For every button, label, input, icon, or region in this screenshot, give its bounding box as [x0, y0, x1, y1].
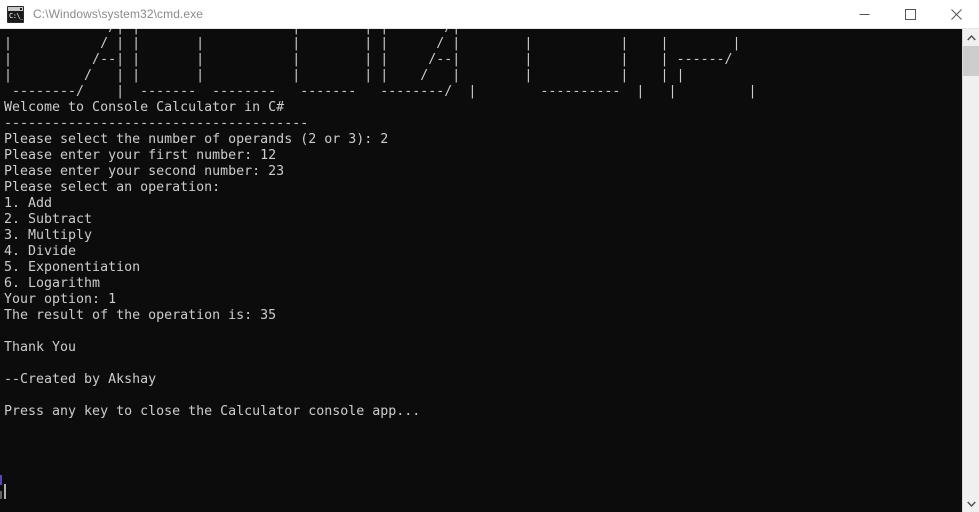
console-line-first-number: Please enter your first number: 12: [4, 148, 277, 163]
menu-item-logarithm: 6. Logarithm: [4, 276, 101, 291]
minimize-button[interactable]: [841, 0, 887, 29]
window-controls: [841, 0, 979, 29]
ascii-art-banner: -------- /| | -------- | | | /| --------…: [4, 29, 757, 99]
console-line-your-option: Your option: 1: [4, 292, 117, 307]
chevron-down-icon: [966, 501, 976, 507]
menu-item-multiply: 3. Multiply: [4, 228, 93, 243]
vertical-scrollbar[interactable]: [962, 29, 979, 512]
cmd-icon-titlebar: [8, 6, 23, 11]
console-line-result: The result of the operation is: 35: [4, 308, 277, 323]
scrollbar-thumb[interactable]: [963, 46, 979, 76]
maximize-button[interactable]: [887, 0, 933, 29]
scrollbar-track[interactable]: [963, 46, 979, 495]
console-line-welcome: Welcome to Console Calculator in C#: [4, 100, 285, 115]
console-output[interactable]: -------- /| | -------- | | | /| --------…: [0, 29, 962, 512]
console-line-thank-you: Thank You: [4, 340, 77, 355]
console-area: -------- /| | -------- | | | /| --------…: [0, 29, 979, 512]
selection-marker: [0, 475, 2, 485]
console-line-operation-prompt: Please select an operation:: [4, 180, 221, 195]
maximize-icon: [904, 8, 916, 20]
menu-item-add: 1. Add: [4, 196, 53, 211]
menu-item-divide: 4. Divide: [4, 244, 77, 259]
menu-item-subtract: 2. Subtract: [4, 212, 93, 227]
chevron-up-icon: [966, 34, 976, 40]
cmd-window: C:\_ C:\Windows\system32\cmd.exe | / | |…: [0, 0, 979, 512]
selection-marker-secondary: [0, 491, 2, 499]
console-line-exit-prompt: Press any key to close the Calculator co…: [4, 404, 421, 419]
text-cursor: [4, 484, 6, 499]
console-screen: -------- /| | -------- | | | /| --------…: [0, 29, 962, 420]
console-line-credit: --Created by Akshay: [4, 372, 157, 387]
window-title: C:\Windows\system32\cmd.exe: [33, 7, 204, 21]
minimize-icon: [859, 13, 869, 15]
title-bar: C:\_ C:\Windows\system32\cmd.exe: [0, 0, 979, 29]
close-button[interactable]: [933, 0, 979, 29]
cmd-icon-label: C:\_: [9, 11, 24, 20]
close-icon: [950, 8, 962, 20]
console-line-second-number: Please enter your second number: 23: [4, 164, 285, 179]
console-line-operands-prompt: Please select the number of operands (2 …: [4, 132, 389, 147]
menu-item-exponentiation: 5. Exponentiation: [4, 260, 141, 275]
cmd-icon: C:\_: [7, 5, 24, 23]
console-line-divider: --------------------------------------: [4, 116, 309, 131]
scroll-down-button[interactable]: [963, 495, 979, 512]
scroll-up-button[interactable]: [963, 29, 979, 46]
